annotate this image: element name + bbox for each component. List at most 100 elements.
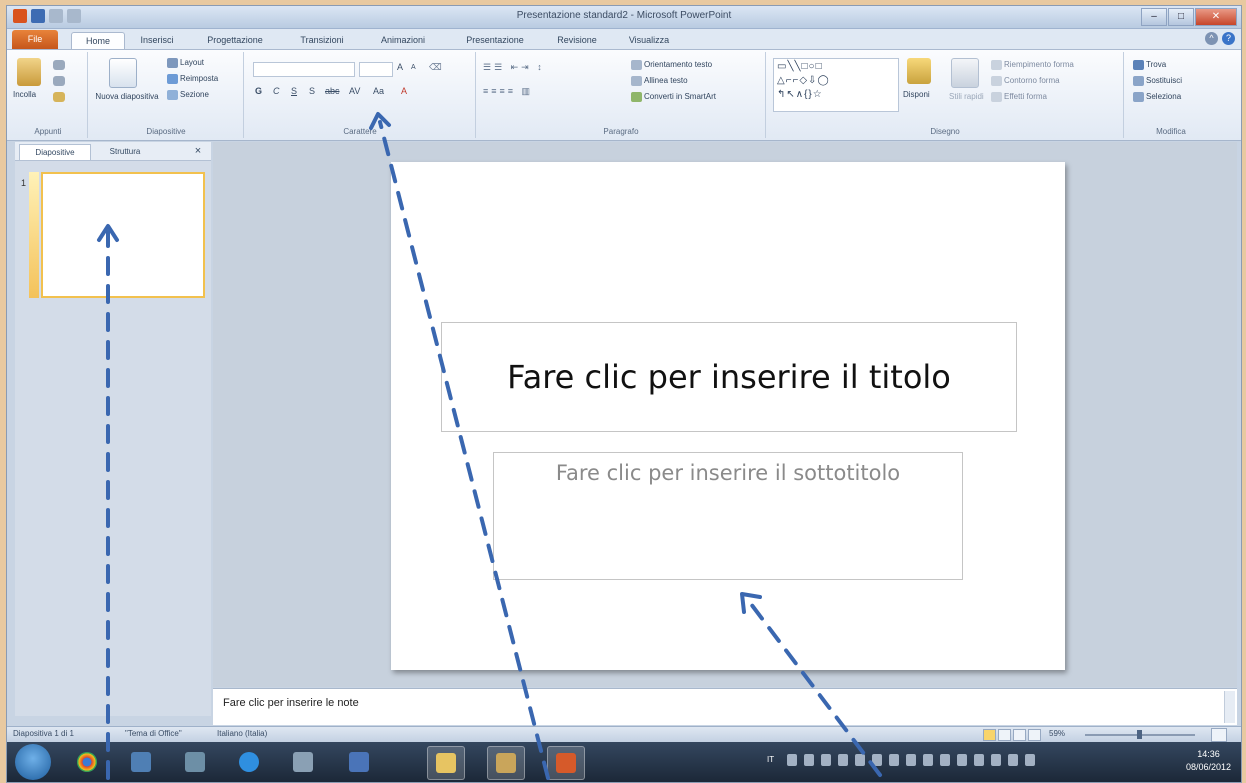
- italic-button[interactable]: C: [273, 86, 280, 96]
- notes-pane[interactable]: Fare clic per inserire le note: [213, 688, 1237, 725]
- tray-icon[interactable]: [787, 754, 797, 766]
- normal-view-button[interactable]: [983, 729, 996, 741]
- zoom-slider-thumb[interactable]: [1137, 730, 1142, 739]
- arrange-button[interactable]: Disponi: [903, 90, 930, 99]
- slide-canvas[interactable]: Fare clic per inserire il titolo Fare cl…: [391, 162, 1065, 670]
- subtitle-placeholder[interactable]: Fare clic per inserire il sottotitolo: [493, 452, 963, 580]
- taskbar-app-5[interactable]: [285, 746, 321, 778]
- select-button[interactable]: Seleziona: [1133, 92, 1181, 102]
- new-slide-button[interactable]: Nuova diapositiva: [93, 92, 161, 102]
- clear-formatting-icon[interactable]: ⌫: [429, 62, 442, 73]
- title-placeholder[interactable]: Fare clic per inserire il titolo: [441, 322, 1017, 432]
- tab-review[interactable]: Revisione: [549, 32, 605, 48]
- tray-icon[interactable]: [991, 754, 1001, 766]
- bold-button[interactable]: G: [255, 86, 262, 96]
- reading-view-button[interactable]: [1013, 729, 1026, 741]
- tab-slides[interactable]: Diapositive: [19, 144, 91, 160]
- tray-icon[interactable]: [957, 754, 967, 766]
- smartart-button[interactable]: Converti in SmartArt: [631, 92, 716, 102]
- shape-fill-button[interactable]: Riempimento forma: [991, 60, 1074, 70]
- grow-font-button[interactable]: A: [397, 62, 403, 72]
- help-icon[interactable]: ?: [1222, 32, 1235, 45]
- arrange-icon[interactable]: [907, 58, 931, 84]
- tab-slideshow[interactable]: Presentazione: [455, 32, 535, 48]
- tray-icon[interactable]: [940, 754, 950, 766]
- taskbar-chrome[interactable]: [69, 746, 105, 778]
- tab-transitions[interactable]: Transizioni: [291, 32, 353, 48]
- minimize-button[interactable]: –: [1141, 8, 1167, 26]
- align-text-button[interactable]: Allinea testo: [631, 76, 688, 86]
- tray-icon[interactable]: [923, 754, 933, 766]
- start-button[interactable]: [15, 744, 51, 780]
- slideshow-view-button[interactable]: [1028, 729, 1041, 741]
- tray-icon[interactable]: [855, 754, 865, 766]
- shape-effects-button[interactable]: Effetti forma: [991, 92, 1047, 102]
- find-button[interactable]: Trova: [1133, 60, 1166, 70]
- minimize-ribbon-icon[interactable]: ^: [1205, 32, 1218, 45]
- quick-styles-button[interactable]: Stili rapidi: [949, 92, 984, 101]
- reset-button[interactable]: Reimposta: [167, 74, 218, 84]
- list-buttons-icon[interactable]: ☰☰ ⇤⇥ ↕: [483, 62, 545, 73]
- sorter-view-button[interactable]: [998, 729, 1011, 741]
- shape-outline-icon: [991, 76, 1002, 86]
- taskbar-app-3[interactable]: [177, 746, 213, 778]
- change-case-button[interactable]: Aa: [373, 86, 384, 96]
- maximize-button[interactable]: □: [1168, 8, 1194, 26]
- zoom-level[interactable]: 59%: [1049, 729, 1065, 738]
- taskbar-clock[interactable]: 14:36 08/06/2012: [1186, 748, 1231, 774]
- tray-icon[interactable]: [838, 754, 848, 766]
- taskbar-app-8[interactable]: [487, 746, 525, 780]
- tray-icon[interactable]: [1025, 754, 1035, 766]
- new-slide-icon[interactable]: [109, 58, 137, 88]
- layout-button[interactable]: Layout: [167, 58, 204, 68]
- copy-icon[interactable]: [53, 76, 65, 86]
- tray-icon[interactable]: [821, 754, 831, 766]
- tab-animations[interactable]: Animazioni: [371, 32, 435, 48]
- taskbar-app-6[interactable]: [341, 746, 377, 778]
- tab-insert[interactable]: Inserisci: [129, 32, 185, 48]
- character-spacing-button[interactable]: AV: [349, 86, 360, 96]
- section-button[interactable]: Sezione: [167, 90, 209, 100]
- tab-design[interactable]: Progettazione: [195, 32, 275, 48]
- alignment-buttons-icon[interactable]: ≡≡≡≡ ▥: [483, 86, 533, 97]
- underline-button[interactable]: S: [291, 86, 297, 96]
- taskbar-app-2[interactable]: [123, 746, 159, 778]
- input-language[interactable]: IT: [767, 755, 774, 764]
- font-size-combo[interactable]: [359, 62, 393, 77]
- shadow-button[interactable]: S: [309, 86, 315, 96]
- notes-scrollbar[interactable]: [1224, 691, 1235, 723]
- fit-to-window-button[interactable]: [1211, 728, 1227, 742]
- tray-icon[interactable]: [1008, 754, 1018, 766]
- taskbar-explorer[interactable]: [427, 746, 465, 780]
- cut-icon[interactable]: [53, 60, 65, 70]
- tray-icon[interactable]: [804, 754, 814, 766]
- status-language[interactable]: Italiano (Italia): [217, 729, 267, 738]
- tray-icon[interactable]: [906, 754, 916, 766]
- status-theme[interactable]: "Tema di Office": [125, 729, 182, 738]
- tab-outline[interactable]: Struttura: [95, 144, 155, 159]
- tab-home[interactable]: Home: [71, 32, 125, 49]
- tray-icon[interactable]: [974, 754, 984, 766]
- taskbar-powerpoint[interactable]: [547, 746, 585, 780]
- slide-thumbnail[interactable]: [41, 172, 205, 298]
- shrink-font-button[interactable]: A: [411, 64, 416, 71]
- close-button[interactable]: ✕: [1195, 8, 1237, 26]
- paste-button[interactable]: Incolla: [13, 90, 36, 99]
- tray-icon[interactable]: [872, 754, 882, 766]
- paste-icon[interactable]: [17, 58, 41, 86]
- close-pane-icon[interactable]: ×: [191, 144, 205, 159]
- taskbar-ie[interactable]: [231, 746, 267, 778]
- format-painter-icon[interactable]: [53, 92, 65, 102]
- tab-view[interactable]: Visualizza: [619, 32, 679, 48]
- tab-file[interactable]: File: [12, 30, 58, 49]
- tray-icon[interactable]: [889, 754, 899, 766]
- shapes-gallery[interactable]: ▭╲╲□○□ △⌐⌐◇⇩◯ ↰↖∧{}☆: [773, 58, 899, 112]
- text-direction-button[interactable]: Orientamento testo: [631, 60, 712, 70]
- font-name-combo[interactable]: [253, 62, 355, 77]
- shape-outline-button[interactable]: Contorno forma: [991, 76, 1060, 86]
- strikethrough-button[interactable]: abc: [325, 86, 340, 96]
- font-color-button[interactable]: A: [401, 86, 407, 96]
- replace-button[interactable]: Sostituisci: [1133, 76, 1182, 86]
- notes-placeholder[interactable]: Fare clic per inserire le note: [223, 697, 359, 709]
- quick-styles-icon[interactable]: [951, 58, 979, 88]
